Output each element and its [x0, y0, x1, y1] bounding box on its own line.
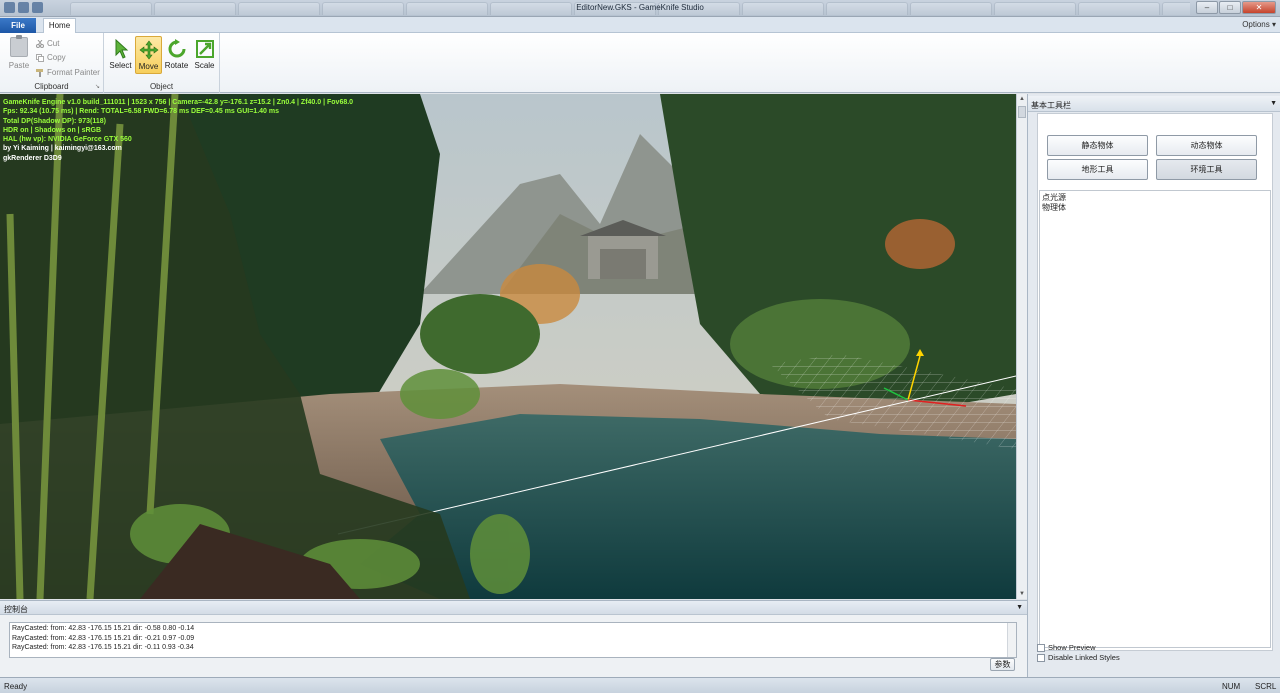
scale-icon [195, 40, 214, 58]
disable-linked-styles-label: Disable Linked Styles [1048, 653, 1120, 662]
status-text: Ready [4, 682, 28, 691]
scroll-lock-indicator: SCRL [1255, 682, 1277, 691]
paste-label: Paste [8, 61, 30, 70]
scroll-thumb[interactable] [1018, 106, 1026, 118]
list-item[interactable]: 点光源 [1042, 193, 1268, 203]
checkbox-box[interactable] [1037, 643, 1045, 652]
object-list[interactable]: 点光源 物理体 [1039, 190, 1271, 648]
ribbon: Paste Cut Copy Format Painter Clipboard … [0, 33, 1280, 93]
parameters-button[interactable]: 参数 [990, 658, 1015, 671]
terrain-tool-button[interactable]: 地形工具 [1047, 159, 1148, 180]
options-menu[interactable]: Options ▾ [1242, 20, 1276, 29]
hud-line: gkRenderer D3D9 [3, 154, 62, 162]
scissors-icon [36, 39, 44, 48]
clipboard-group-label: Clipboard [34, 82, 69, 91]
dynamic-object-button[interactable]: 动态物体 [1156, 135, 1257, 156]
move-tool-button[interactable]: Move [135, 36, 162, 74]
hud-line: HAL (hw vp): NVIDIA GeForce GTX 560 [3, 136, 132, 144]
engine-hud: GameKnife Engine v1.0 build_111011 | 152… [3, 98, 353, 163]
scene-render [0, 94, 1016, 599]
object-group-label: Object [149, 82, 174, 91]
title-bar: EditorNew.GKS - GameKnife Studio – □ ✕ [0, 0, 1280, 17]
chevron-down-icon[interactable]: ▼ [1016, 604, 1023, 611]
copy-label: Copy [47, 53, 66, 62]
move-arrows-icon [139, 40, 158, 60]
rotate-label: Rotate [164, 61, 189, 70]
select-tool-button[interactable]: Select [107, 36, 134, 74]
console-log[interactable]: RayCasted: from: 42.83 -176.15 15.21 dir… [9, 622, 1017, 658]
select-label: Select [109, 61, 132, 70]
static-object-button[interactable]: 静态物体 [1047, 135, 1148, 156]
panel-title: 基本工具栏 [1031, 101, 1071, 110]
scroll-up-icon[interactable]: ▲ [1018, 95, 1026, 103]
hud-line: Fps: 92.34 (10.75 ms) | Rend: TOTAL=6.58… [3, 108, 279, 116]
scale-label: Scale [194, 61, 215, 70]
console-line: RayCasted: from: 42.83 -176.15 15.21 dir… [12, 644, 194, 652]
clipboard-group: Paste Cut Copy Format Painter Clipboard … [0, 33, 104, 93]
chevron-down-icon[interactable]: ▼ [1270, 100, 1277, 107]
num-lock-indicator: NUM [1222, 682, 1241, 691]
hud-line: GameKnife Engine v1.0 build_111011 | 152… [3, 99, 354, 106]
minimize-button[interactable]: – [1196, 1, 1218, 14]
show-preview-checkbox[interactable]: Show Preview [1037, 643, 1096, 652]
format-painter-label: Format Painter [47, 68, 100, 77]
object-group: Select Move Rotate Scale Object [104, 33, 220, 93]
disable-linked-styles-checkbox[interactable]: Disable Linked Styles [1037, 653, 1120, 662]
console-header: 控制台 ▼ [0, 600, 1027, 615]
show-preview-label: Show Preview [1048, 643, 1096, 652]
panel-body: 静态物体 动态物体 地形工具 环境工具 点光源 物理体 [1037, 113, 1273, 651]
console-title: 控制台 [4, 605, 28, 614]
console-scrollbar[interactable] [1007, 623, 1016, 657]
ribbon-tab-bar: File Home Options ▾ [0, 17, 1280, 34]
panel-header: 基本工具栏 ▼ [1028, 96, 1280, 112]
scene-viewport[interactable]: GameKnife Engine v1.0 build_111011 | 152… [0, 94, 1016, 599]
scale-tool-button[interactable]: Scale [191, 36, 218, 74]
format-painter-button[interactable]: Format Painter [36, 68, 100, 77]
copy-button[interactable]: Copy [36, 53, 66, 62]
window-title: EditorNew.GKS - GameKnife Studio [576, 3, 704, 12]
dialog-launcher-icon[interactable]: ↘ [95, 83, 100, 90]
checkbox-box[interactable] [1037, 653, 1045, 662]
cursor-arrow-icon [115, 39, 128, 59]
rotate-icon [168, 39, 185, 58]
close-button[interactable]: ✕ [1242, 1, 1276, 14]
basic-toolbar-panel: 基本工具栏 ▼ 静态物体 动态物体 地形工具 环境工具 点光源 物理体 Show… [1027, 94, 1280, 677]
move-label: Move [138, 62, 159, 71]
console-panel: RayCasted: from: 42.83 -176.15 15.21 dir… [0, 615, 1027, 677]
list-item[interactable]: 物理体 [1042, 203, 1268, 213]
cut-button[interactable]: Cut [36, 39, 59, 48]
maximize-button[interactable]: □ [1219, 1, 1241, 14]
clipboard-icon [10, 35, 28, 57]
rotate-tool-button[interactable]: Rotate [163, 36, 190, 74]
status-bar: Ready NUM SCRL [0, 677, 1280, 693]
tab-home[interactable]: Home [43, 18, 76, 34]
brush-icon [36, 68, 44, 77]
hud-line: Total DP(Shadow DP): 973(118) [3, 117, 106, 125]
window-controls: – □ ✕ [1196, 1, 1276, 14]
console-line: RayCasted: from: 42.83 -176.15 15.21 dir… [12, 634, 195, 642]
environment-tool-button[interactable]: 环境工具 [1156, 159, 1257, 180]
tab-file[interactable]: File [0, 18, 36, 33]
console-line: RayCasted: from: 42.83 -176.15 15.21 dir… [12, 625, 195, 632]
scroll-down-icon[interactable]: ▼ [1018, 590, 1026, 598]
copy-icon [36, 53, 44, 62]
hud-line: by Yi Kaiming | kaimingyi@163.com [3, 145, 122, 153]
hud-line: HDR on | Shadows on | sRGB [3, 126, 102, 134]
paste-button[interactable]: Paste [8, 35, 30, 70]
viewport-scrollbar[interactable]: ▲ ▼ [1016, 94, 1027, 599]
cut-label: Cut [47, 39, 60, 48]
